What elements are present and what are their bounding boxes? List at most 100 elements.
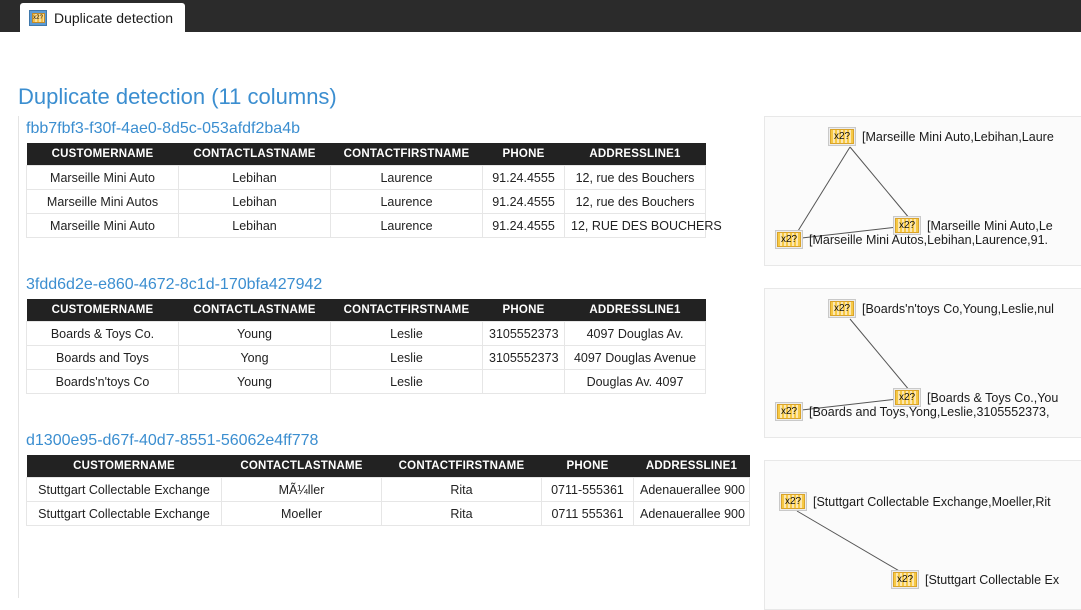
cell-phone (483, 370, 565, 394)
graph-node-label: [Boards'n'toys Co,Young,Leslie,nul (862, 302, 1054, 316)
cell-customername: Stuttgart Collectable Exchange (27, 502, 222, 526)
cell-addressline1: Adenauerallee 900 (634, 478, 750, 502)
clusters-column: fbb7fbf3-f30f-4ae0-8d5c-053afdf2ba4b CUS… (19, 116, 759, 526)
tab-label: Duplicate detection (54, 10, 173, 26)
column-header[interactable]: CONTACTFIRSTNAME (382, 455, 542, 478)
column-header[interactable]: PHONE (483, 299, 565, 322)
table-header-row: CUSTOMERNAME CONTACTLASTNAME CONTACTFIRS… (27, 455, 750, 478)
graph-node-label: [Marseille Mini Auto,Lebihan,Laure (862, 130, 1054, 144)
column-header[interactable]: PHONE (483, 143, 565, 166)
cluster-2: 3fdd6d2e-e860-4672-8c1d-170bfa427942 CUS… (19, 272, 759, 394)
graph-node[interactable]: x2? [Marseille Mini Autos,Lebihan,Lauren… (775, 230, 1048, 249)
cluster-id[interactable]: fbb7fbf3-f30f-4ae0-8d5c-053afdf2ba4b (19, 116, 759, 143)
page-title: Duplicate detection (11 columns) (18, 84, 337, 110)
table-row[interactable]: Boards'n'toys Co Young Leslie Douglas Av… (27, 370, 706, 394)
table-row[interactable]: Stuttgart Collectable Exchange Moeller R… (27, 502, 750, 526)
cluster-id[interactable]: d1300e95-d67f-40d7-8551-56062e4ff778 (19, 428, 759, 455)
duplicate-record-icon-glyph: x2? (830, 129, 854, 144)
cell-addressline1: Adenauerallee 900 (634, 502, 750, 526)
duplicate-record-icon: x2? (891, 570, 919, 589)
table-row[interactable]: Marseille Mini Autos Lebihan Laurence 91… (27, 190, 706, 214)
cell-addressline1: 12, RUE DES BOUCHERS (565, 214, 706, 238)
graph-node[interactable]: x2? [Boards'n'toys Co,Young,Leslie,nul (828, 299, 1054, 318)
cell-customername: Stuttgart Collectable Exchange (27, 478, 222, 502)
column-header[interactable]: CONTACTFIRSTNAME (331, 299, 483, 322)
table-row[interactable]: Marseille Mini Auto Lebihan Laurence 91.… (27, 166, 706, 190)
duplicate-record-icon: x2? (775, 230, 803, 249)
graph-node-label: [Boards and Toys,Yong,Leslie,3105552373, (809, 405, 1049, 419)
cell-phone: 3105552373 (483, 346, 565, 370)
graph-node-label: [Marseille Mini Autos,Lebihan,Laurence,9… (809, 233, 1048, 247)
tab-bar: x2? Duplicate detection (0, 0, 1081, 32)
duplicate-graph-2[interactable]: x2? [Boards'n'toys Co,Young,Leslie,nul x… (764, 288, 1081, 438)
duplicate-record-icon-glyph: x2? (893, 572, 917, 587)
duplicate-table-icon: x2? (29, 10, 47, 26)
duplicate-record-icon: x2? (828, 127, 856, 146)
duplicate-record-icon: x2? (775, 402, 803, 421)
duplicate-record-icon-glyph: x2? (781, 494, 805, 509)
spacer (19, 394, 759, 428)
cluster-id[interactable]: 3fdd6d2e-e860-4672-8c1d-170bfa427942 (19, 272, 759, 299)
graph-node[interactable]: x2? [Marseille Mini Auto,Lebihan,Laure (828, 127, 1054, 146)
column-header[interactable]: CONTACTFIRSTNAME (331, 143, 483, 166)
cell-contactlastname: Lebihan (179, 190, 331, 214)
duplicate-record-icon-glyph: x2? (777, 232, 801, 247)
cell-contactlastname: Yong (179, 346, 331, 370)
cell-phone: 91.24.4555 (483, 214, 565, 238)
cell-customername: Boards & Toys Co. (27, 322, 179, 346)
table-row[interactable]: Boards and Toys Yong Leslie 3105552373 4… (27, 346, 706, 370)
column-header[interactable]: CONTACTLASTNAME (179, 143, 331, 166)
cell-phone: 91.24.4555 (483, 166, 565, 190)
cell-contactlastname: MÃ¼ller (222, 478, 382, 502)
cell-contactfirstname: Leslie (331, 370, 483, 394)
column-header[interactable]: PHONE (542, 455, 634, 478)
graph-node-label: [Stuttgart Collectable Ex (925, 573, 1059, 587)
cell-phone: 3105552373 (483, 322, 565, 346)
cell-contactfirstname: Leslie (331, 346, 483, 370)
graph-node[interactable]: x2? [Stuttgart Collectable Exchange,Moel… (779, 492, 1051, 511)
cell-addressline1: 4097 Douglas Av. (565, 322, 706, 346)
column-header[interactable]: CUSTOMERNAME (27, 299, 179, 322)
cell-contactfirstname: Rita (382, 478, 542, 502)
spacer (19, 238, 759, 272)
graphs-column: x2? [Marseille Mini Auto,Lebihan,Laure x… (764, 116, 1081, 610)
duplicate-graph-1[interactable]: x2? [Marseille Mini Auto,Lebihan,Laure x… (764, 116, 1081, 266)
column-header[interactable]: ADDRESSLINE1 (565, 143, 706, 166)
graph-node-label: [Stuttgart Collectable Exchange,Moeller,… (813, 495, 1051, 509)
table-row[interactable]: Boards & Toys Co. Young Leslie 310555237… (27, 322, 706, 346)
column-header[interactable]: CUSTOMERNAME (27, 455, 222, 478)
duplicate-record-icon: x2? (779, 492, 807, 511)
page-body: Duplicate detection (11 columns) fbb7fbf… (0, 32, 1081, 598)
cell-contactfirstname: Laurence (331, 190, 483, 214)
table-header-row: CUSTOMERNAME CONTACTLASTNAME CONTACTFIRS… (27, 299, 706, 322)
cell-contactlastname: Lebihan (179, 214, 331, 238)
cell-phone: 0711-555361 (542, 478, 634, 502)
duplicate-table: CUSTOMERNAME CONTACTLASTNAME CONTACTFIRS… (26, 143, 706, 238)
column-header[interactable]: ADDRESSLINE1 (634, 455, 750, 478)
cell-customername: Marseille Mini Auto (27, 166, 179, 190)
graph-node[interactable]: x2? [Stuttgart Collectable Ex (891, 570, 1059, 589)
cell-customername: Boards and Toys (27, 346, 179, 370)
cell-contactfirstname: Leslie (331, 322, 483, 346)
table-row[interactable]: Marseille Mini Auto Lebihan Laurence 91.… (27, 214, 706, 238)
duplicate-record-icon-glyph: x2? (830, 301, 854, 316)
duplicate-record-icon: x2? (828, 299, 856, 318)
next-cluster-id-clipped[interactable] (26, 520, 30, 538)
column-header[interactable]: ADDRESSLINE1 (565, 299, 706, 322)
tab-duplicate-detection[interactable]: x2? Duplicate detection (20, 3, 185, 32)
column-header[interactable]: CUSTOMERNAME (27, 143, 179, 166)
column-header[interactable]: CONTACTLASTNAME (222, 455, 382, 478)
cluster-3: d1300e95-d67f-40d7-8551-56062e4ff778 CUS… (19, 428, 759, 526)
cell-contactlastname: Young (179, 370, 331, 394)
cell-customername: Marseille Mini Autos (27, 190, 179, 214)
graph-node[interactable]: x2? [Boards and Toys,Yong,Leslie,3105552… (775, 402, 1049, 421)
cell-contactfirstname: Laurence (331, 166, 483, 190)
content-area: fbb7fbf3-f30f-4ae0-8d5c-053afdf2ba4b CUS… (18, 116, 1081, 598)
table-row[interactable]: Stuttgart Collectable Exchange MÃ¼ller R… (27, 478, 750, 502)
cell-contactfirstname: Laurence (331, 214, 483, 238)
cell-addressline1: 12, rue des Bouchers (565, 190, 706, 214)
column-header[interactable]: CONTACTLASTNAME (179, 299, 331, 322)
cell-customername: Marseille Mini Auto (27, 214, 179, 238)
duplicate-graph-3[interactable]: x2? [Stuttgart Collectable Exchange,Moel… (764, 460, 1081, 610)
cell-customername: Boards'n'toys Co (27, 370, 179, 394)
